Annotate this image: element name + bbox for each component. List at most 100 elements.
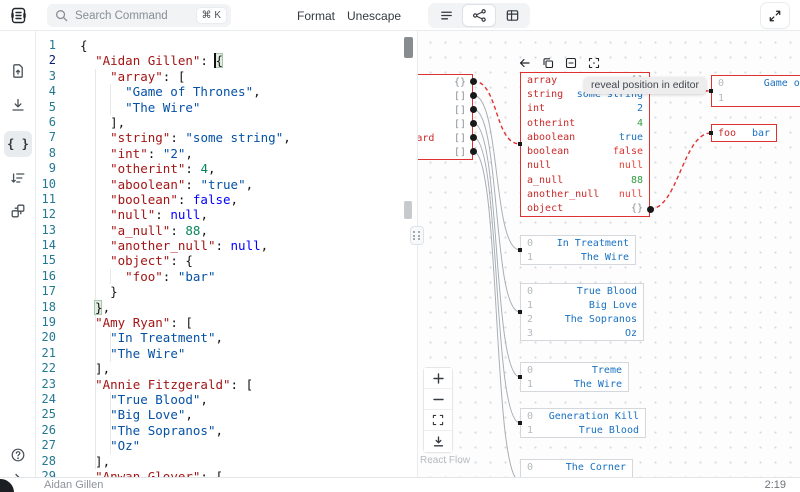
handle-aidan-object[interactable] [646, 205, 654, 213]
code-line[interactable]: 6 ], [36, 115, 417, 130]
node-row[interactable]: int 2 [521, 102, 649, 116]
node-row[interactable]: 1The Wire [712, 91, 800, 106]
app-logo-icon[interactable] [9, 6, 28, 25]
node-row[interactable]: aboolean true [521, 130, 649, 144]
node-row[interactable]: Alice Farmer[] [417, 145, 472, 159]
node-row[interactable]: 0Game of Thrones [712, 76, 800, 91]
graph-node-root[interactable]: Aidan Gillen{}Amy Ryan[]Annie Fitzgerald… [417, 74, 473, 160]
editor-scrollbar-thumb[interactable] [404, 201, 412, 219]
search-input[interactable]: Search Command ⌘ K [47, 4, 231, 27]
node-row[interactable]: 1 Big Love [521, 298, 643, 312]
node-row[interactable]: a_null 88 [521, 173, 649, 187]
node-row[interactable]: Amy Ryan[] [417, 89, 472, 103]
focus-node-icon[interactable] [588, 57, 600, 69]
code-line[interactable]: 3 "array": [ [36, 69, 417, 84]
node-row[interactable]: 3 Oz [521, 326, 643, 340]
code-line[interactable]: 10 "aboolean": "true", [36, 177, 417, 192]
node-row[interactable]: 0 In Treatment [521, 236, 635, 250]
code-line[interactable]: 19 "Amy Ryan": [ [36, 315, 417, 330]
handle-in-amy[interactable] [517, 247, 523, 253]
node-row[interactable]: Aidan Gillen{} [417, 75, 472, 89]
code-line[interactable]: 1{ [36, 38, 417, 53]
handle-root-amy[interactable] [469, 91, 477, 99]
graph-node-alex[interactable]: 0 Generation Kill 1 True Blood [520, 408, 646, 438]
graph-node-gof[interactable]: 0Game of Thrones1The Wire [711, 75, 800, 107]
node-row[interactable]: 2 The Sopranos [521, 312, 643, 326]
handle-in-anwan[interactable] [517, 374, 523, 380]
back-arrow-icon[interactable] [519, 57, 531, 69]
collapse-node-icon[interactable] [565, 57, 577, 69]
handle-in-gof[interactable] [708, 88, 714, 94]
node-row[interactable]: boolean false [521, 144, 649, 158]
handle-in-alex[interactable] [517, 420, 523, 426]
code-line[interactable]: 5 "The Wire" [36, 100, 417, 115]
handle-root-annie[interactable] [469, 105, 477, 113]
fit-view-button[interactable] [424, 410, 452, 431]
node-row[interactable]: 1The Wire [521, 250, 635, 264]
download-icon[interactable] [10, 97, 26, 113]
graph-node-alice[interactable]: 0The Corner1Oz2The Wire [520, 459, 633, 477]
braces-view-button[interactable]: { } [4, 131, 32, 157]
handle-root-alexander[interactable] [469, 133, 477, 141]
code-line[interactable]: 25 "Big Love", [36, 407, 417, 422]
graph-node-anwan[interactable]: 0 Treme 1 The Wire [520, 362, 629, 392]
code-line[interactable]: 22 ], [36, 361, 417, 376]
handle-root-aidan[interactable] [469, 77, 477, 85]
code-line[interactable]: 20 "In Treatment", [36, 330, 417, 345]
node-row[interactable]: Alexander Skarsgard[] [417, 131, 472, 145]
json-editor[interactable]: 1{2 "Aidan Gillen": {3 "array": [4 "Game… [36, 31, 417, 477]
node-row[interactable]: null null [521, 159, 649, 173]
code-line[interactable]: 17 } [36, 284, 417, 299]
node-row[interactable]: foo bar [712, 125, 776, 141]
handle-root-alice[interactable] [469, 147, 477, 155]
graph-node-foo[interactable]: foo bar [711, 124, 777, 142]
unescape-button[interactable]: Unescape [347, 9, 401, 23]
node-row[interactable]: Annie Fitzgerald[] [417, 103, 472, 117]
transform-icon[interactable] [10, 203, 26, 219]
code-line[interactable]: 8 "int": "2", [36, 146, 417, 161]
code-line[interactable]: 23 "Annie Fitzgerald": [ [36, 377, 417, 392]
code-line[interactable]: 15 "object": { [36, 253, 417, 268]
help-icon[interactable] [10, 447, 26, 463]
node-row[interactable]: 1 True Blood [521, 423, 645, 437]
code-line[interactable]: 11 "boolean": false, [36, 192, 417, 207]
code-line[interactable]: 27 "Oz" [36, 438, 417, 453]
handle-in-aidan[interactable] [517, 141, 523, 147]
node-row[interactable]: object{} [521, 202, 649, 216]
sort-icon[interactable] [10, 170, 26, 186]
code-line[interactable]: 12 "null": null, [36, 207, 417, 222]
tab-table-view[interactable] [496, 5, 528, 26]
format-button[interactable]: Format [297, 9, 335, 23]
code-line[interactable]: 24 "True Blood", [36, 392, 417, 407]
code-line[interactable]: 29 "Anwan Glover": [ [36, 469, 417, 477]
code-line[interactable]: 9 "otherint": 4, [36, 161, 417, 176]
handle-in-annie[interactable] [517, 309, 523, 315]
tab-list-view[interactable] [430, 5, 462, 26]
code-line[interactable]: 21 "The Wire" [36, 346, 417, 361]
graph-canvas[interactable]: Aidan Gillen{}Amy Ryan[]Annie Fitzgerald… [417, 31, 800, 477]
node-row[interactable]: 0 True Blood [521, 284, 643, 298]
node-row[interactable]: 0 The Corner [521, 460, 632, 474]
file-upload-icon[interactable] [10, 63, 26, 79]
graph-node-annie[interactable]: 0 True Blood 1 Big Love 2 The Sopranos 3 Oz [520, 283, 644, 341]
pane-resize-handle[interactable] [410, 226, 424, 245]
node-row[interactable]: 0 Treme [521, 363, 628, 377]
code-line[interactable]: 26 "The Sopranos", [36, 423, 417, 438]
copy-icon[interactable] [542, 57, 554, 69]
zoom-out-button[interactable] [424, 389, 452, 410]
download-image-button[interactable] [424, 431, 452, 452]
graph-node-amy[interactable]: 0 In Treatment 1 The Wire [520, 235, 636, 265]
handle-root-anwan[interactable] [469, 119, 477, 127]
code-line[interactable]: 28 ], [36, 454, 417, 469]
code-line[interactable]: 16 "foo": "bar" [36, 269, 417, 284]
node-row[interactable]: 1The Wire [521, 377, 628, 391]
zoom-in-button[interactable] [424, 368, 452, 389]
node-row[interactable]: Anwan Glover[] [417, 117, 472, 131]
handle-in-foo[interactable] [708, 130, 714, 136]
code-line[interactable]: 2 "Aidan Gillen": { [36, 53, 417, 68]
code-line[interactable]: 14 "another_null": null, [36, 238, 417, 253]
code-line[interactable]: 18 }, [36, 300, 417, 315]
minimap-slider[interactable] [404, 37, 413, 58]
fullscreen-button[interactable] [761, 3, 789, 28]
tab-graph-view[interactable] [463, 5, 495, 26]
